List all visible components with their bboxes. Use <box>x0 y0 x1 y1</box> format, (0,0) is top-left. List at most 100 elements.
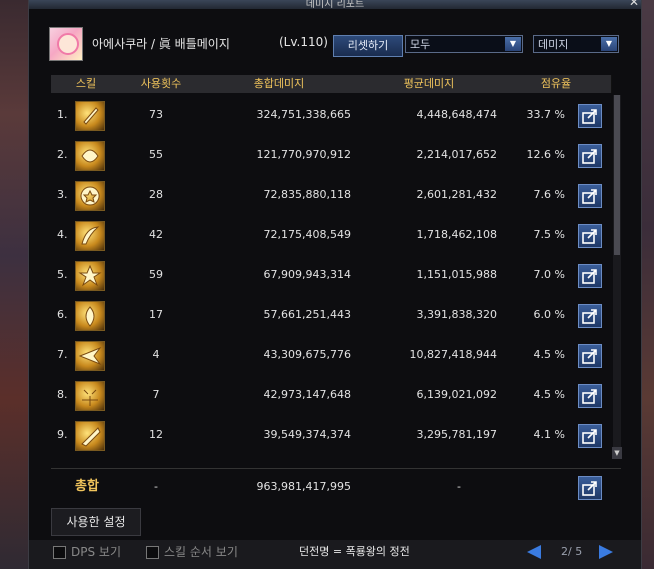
skill-total-damage: 57,661,251,443 <box>263 308 351 321</box>
window-titlebar[interactable]: 데미지 리포트 ✕ <box>29 0 641 9</box>
share-button[interactable] <box>578 476 602 500</box>
skill-uses: 7 <box>152 388 160 401</box>
skill-damage-table: 스킬 사용횟수 총합데미지 평균데미지 점유율 1. 73 324,751,338,… <box>51 75 622 465</box>
report-footer: DPS 보기 스킬 순서 보기 던전명 = 폭룡왕의 정전 2/ 5 <box>29 540 641 569</box>
character-level: (Lv.110) <box>279 35 328 49</box>
metric-select[interactable]: 데미지 ▼ <box>533 35 619 53</box>
skill-icon[interactable] <box>75 101 105 131</box>
chevron-down-icon[interactable]: ▼ <box>505 37 521 51</box>
skill-icon[interactable] <box>75 221 105 251</box>
skill-average-damage: 2,601,281,432 <box>416 188 497 201</box>
total-damage: 963,981,417,995 <box>256 480 351 493</box>
skill-rank: 3. <box>57 188 68 201</box>
dungeon-name: 던전명 = 폭룡왕의 정전 <box>299 545 410 558</box>
skill-average-damage: 4,448,648,474 <box>416 108 497 121</box>
table-row: 1. 73 324,751,338,665 4,448,648,474 33.7 % <box>51 95 621 135</box>
close-icon[interactable]: ✕ <box>629 0 639 8</box>
share-button[interactable] <box>578 184 602 208</box>
skill-rank: 7. <box>57 348 68 361</box>
share-button[interactable] <box>578 344 602 368</box>
filter-select-value: 모두 <box>410 38 431 51</box>
total-uses: - <box>154 480 158 493</box>
skill-icon[interactable] <box>75 421 105 451</box>
character-name: 아에사쿠라 / 眞 배틀메이지 <box>92 37 230 51</box>
scroll-down-icon[interactable]: ▼ <box>612 447 622 459</box>
skill-rank: 9. <box>57 428 68 441</box>
total-row: 총합 - 963,981,417,995 - <box>51 468 621 505</box>
skill-uses: 59 <box>149 268 163 281</box>
share-button[interactable] <box>578 144 602 168</box>
skill-total-damage: 39,549,374,374 <box>263 428 351 441</box>
share-icon <box>582 309 597 324</box>
share-button[interactable] <box>578 224 602 248</box>
chevron-down-icon[interactable]: ▼ <box>601 37 617 51</box>
column-total-damage: 총합데미지 <box>201 75 358 93</box>
skill-icon[interactable] <box>75 381 105 411</box>
skill-average-damage: 1,718,462,108 <box>416 228 497 241</box>
skill-icon[interactable] <box>75 341 105 371</box>
share-icon <box>582 389 597 404</box>
skill-share: 4.1 % <box>533 428 565 441</box>
skill-icon[interactable] <box>75 261 105 291</box>
share-button[interactable] <box>578 264 602 288</box>
window-title: 데미지 리포트 <box>305 0 365 9</box>
table-header: 스킬 사용횟수 총합데미지 평균데미지 점유율 <box>51 75 621 93</box>
skill-average-damage: 3,391,838,320 <box>416 308 497 321</box>
previous-page-icon[interactable] <box>527 545 541 559</box>
table-row: 5. 59 67,909,943,314 1,151,015,988 7.0 % <box>51 255 621 295</box>
table-scrollbar[interactable] <box>613 95 621 457</box>
skill-share: 7.0 % <box>533 268 565 281</box>
table-row: 9. 12 39,549,374,374 3,295,781,197 4.1 % <box>51 415 621 455</box>
skill-uses: 73 <box>149 108 163 121</box>
skill-icon[interactable] <box>75 141 105 171</box>
share-icon <box>582 481 597 496</box>
table-row: 4. 42 72,175,408,549 1,718,462,108 7.5 % <box>51 215 621 255</box>
skill-average-damage: 10,827,418,944 <box>409 348 497 361</box>
share-icon <box>582 149 597 164</box>
skill-total-damage: 324,751,338,665 <box>256 108 351 121</box>
skill-share: 7.5 % <box>533 228 565 241</box>
skill-share: 33.7 % <box>526 108 565 121</box>
dps-checkbox[interactable] <box>53 546 66 559</box>
skill-share: 6.0 % <box>533 308 565 321</box>
skill-icon[interactable] <box>75 301 105 331</box>
tab-used-settings[interactable]: 사용한 설정 <box>51 508 141 536</box>
skill-order-checkbox[interactable] <box>146 546 159 559</box>
skill-share: 4.5 % <box>533 388 565 401</box>
skill-total-damage: 72,835,880,118 <box>263 188 351 201</box>
metric-select-value: 데미지 <box>538 38 569 51</box>
table-row: 3. 28 72,835,880,118 2,601,281,432 7.6 % <box>51 175 621 215</box>
next-page-icon[interactable] <box>599 545 613 559</box>
share-button[interactable] <box>578 304 602 328</box>
column-uses: 사용횟수 <box>121 75 202 93</box>
page-indicator: 2/ 5 <box>561 545 583 558</box>
skill-total-damage: 43,309,675,776 <box>263 348 351 361</box>
skill-uses: 28 <box>149 188 163 201</box>
skill-share: 4.5 % <box>533 348 565 361</box>
share-icon <box>582 269 597 284</box>
table-row: 8. 7 42,973,147,648 6,139,021,092 4.5 % <box>51 375 621 415</box>
share-icon <box>582 109 597 124</box>
skill-share: 12.6 % <box>526 148 565 161</box>
skill-total-damage: 42,973,147,648 <box>263 388 351 401</box>
dps-label: DPS 보기 <box>71 545 121 559</box>
skill-icon[interactable] <box>75 181 105 211</box>
skill-rank: 4. <box>57 228 68 241</box>
skill-average-damage: 2,214,017,652 <box>416 148 497 161</box>
skill-average-damage: 6,139,021,092 <box>416 388 497 401</box>
column-share: 점유율 <box>501 75 612 93</box>
share-icon <box>582 229 597 244</box>
share-button[interactable] <box>578 424 602 448</box>
filter-select[interactable]: 모두 ▼ <box>405 35 523 53</box>
table-row: 6. 17 57,661,251,443 3,391,838,320 6.0 % <box>51 295 621 335</box>
skill-total-damage: 67,909,943,314 <box>263 268 351 281</box>
skill-uses: 17 <box>149 308 163 321</box>
skill-total-damage: 121,770,970,912 <box>256 148 351 161</box>
skill-average-damage: 1,151,015,988 <box>416 268 497 281</box>
table-row: 7. 4 43,309,675,776 10,827,418,944 4.5 % <box>51 335 621 375</box>
scrollbar-thumb[interactable] <box>614 95 620 255</box>
share-button[interactable] <box>578 384 602 408</box>
share-button[interactable] <box>578 104 602 128</box>
reset-button[interactable]: 리셋하기 <box>333 35 403 57</box>
skill-uses: 4 <box>152 348 160 361</box>
